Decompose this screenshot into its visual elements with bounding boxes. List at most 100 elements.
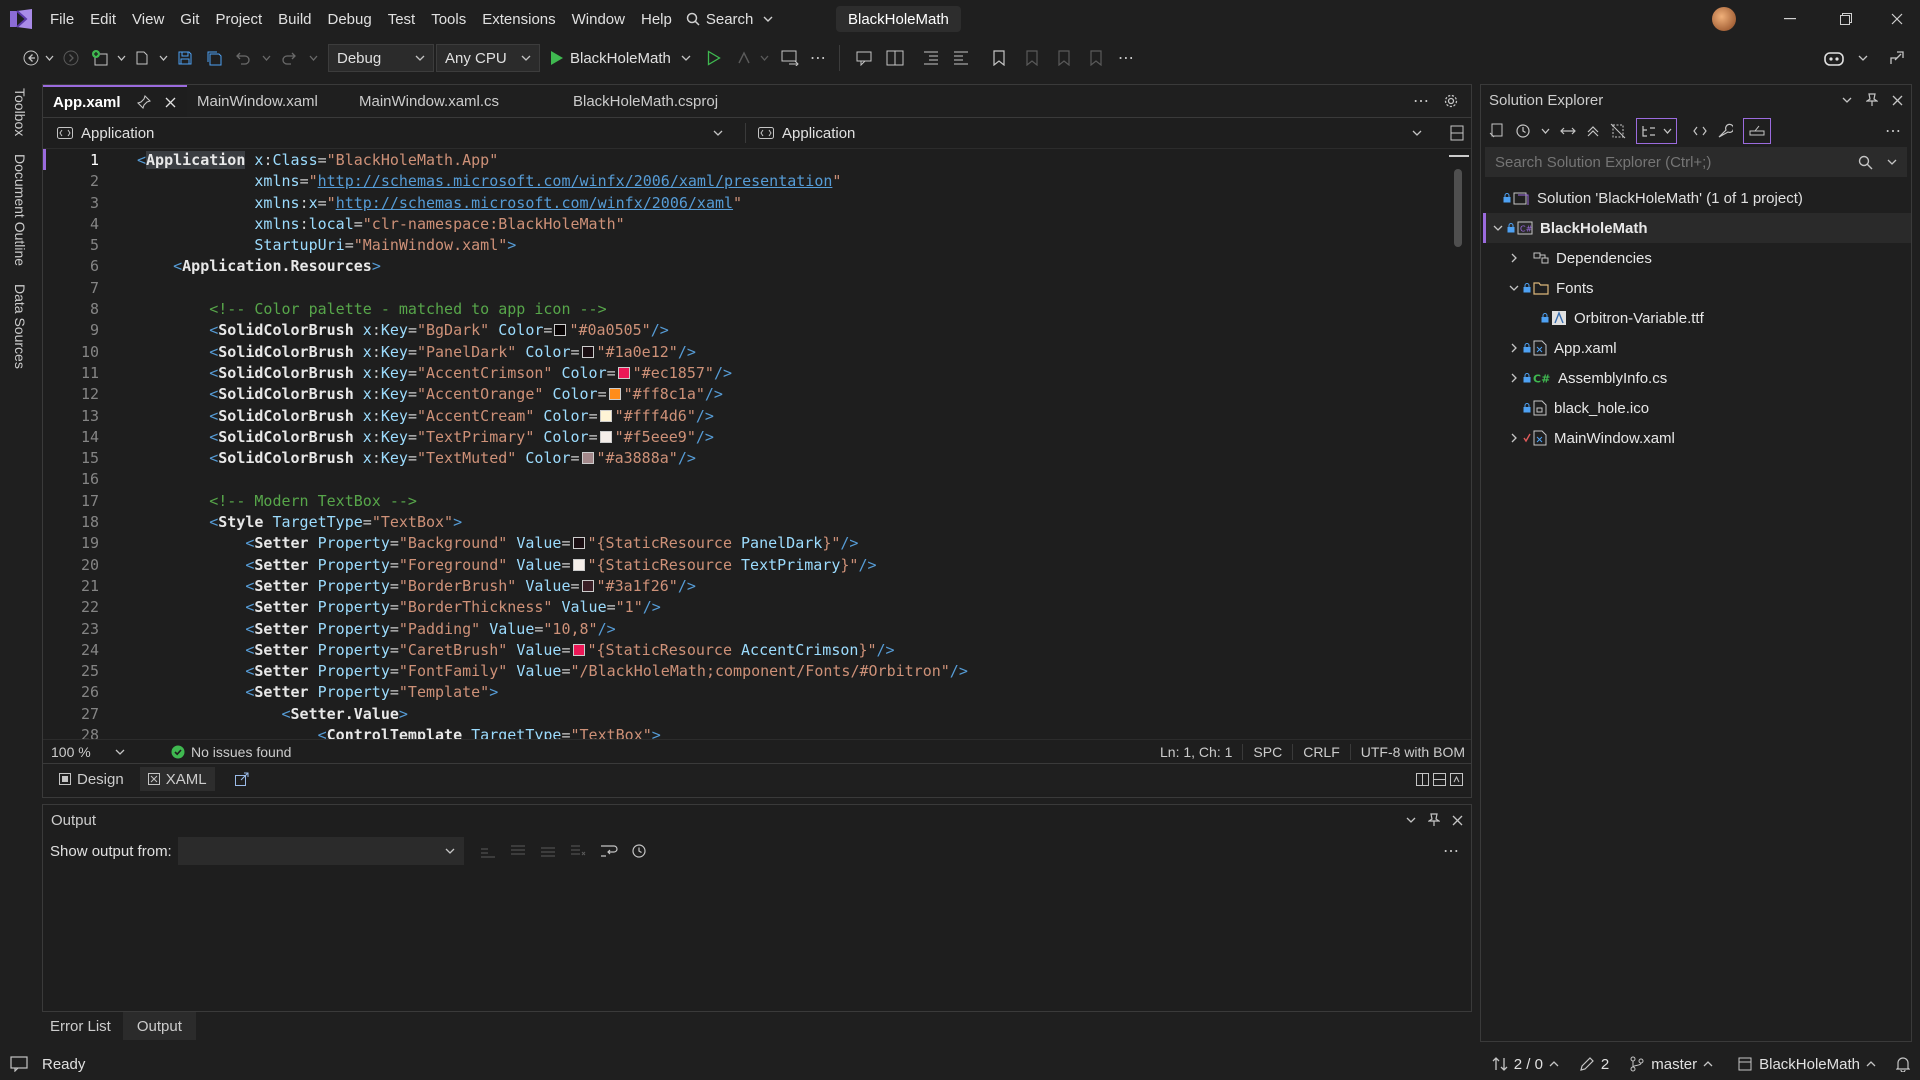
color-swatch[interactable] bbox=[599, 430, 612, 443]
next-bookmark-icon[interactable] bbox=[1048, 50, 1080, 66]
chevron-down-icon[interactable] bbox=[1887, 159, 1897, 165]
chevron-down-icon[interactable] bbox=[1489, 225, 1507, 231]
notifications-bell-icon[interactable] bbox=[1896, 1056, 1910, 1072]
pending-changes-icon[interactable] bbox=[1515, 123, 1531, 139]
chevron-down-icon[interactable] bbox=[42, 55, 56, 61]
more-options-icon[interactable]: ⋯ bbox=[1112, 48, 1140, 68]
split-editor-icon[interactable] bbox=[1447, 122, 1467, 144]
pin-icon[interactable] bbox=[1866, 93, 1878, 107]
visual-studio-logo-icon[interactable] bbox=[0, 0, 42, 38]
color-swatch[interactable] bbox=[617, 366, 630, 379]
search-menu[interactable]: Search bbox=[680, 0, 782, 38]
error-list-tab[interactable]: Error List bbox=[42, 1012, 119, 1040]
switch-views-button[interactable] bbox=[1636, 118, 1677, 144]
solution-search-box[interactable] bbox=[1485, 147, 1907, 177]
tab-blackholemath-csproj[interactable]: BlackHoleMath.csproj bbox=[563, 85, 763, 117]
pin-icon[interactable] bbox=[136, 95, 151, 109]
close-icon[interactable] bbox=[1452, 815, 1463, 826]
clear-all-icon[interactable] bbox=[570, 844, 586, 858]
notification-panel-icon[interactable] bbox=[10, 1056, 28, 1072]
chevron-down-icon[interactable] bbox=[304, 55, 322, 61]
navigate-forward-icon[interactable] bbox=[56, 50, 86, 66]
chevron-right-icon[interactable] bbox=[1505, 433, 1523, 443]
chevron-down-icon[interactable] bbox=[1505, 285, 1523, 291]
zoom-dropdown[interactable]: 100 % bbox=[51, 744, 131, 760]
chevron-up-icon[interactable] bbox=[1549, 1061, 1559, 1067]
data-sources-tab[interactable]: Data Sources bbox=[12, 278, 28, 375]
color-swatch[interactable] bbox=[572, 537, 585, 550]
navigate-back-icon[interactable] bbox=[20, 50, 42, 66]
menu-edit[interactable]: Edit bbox=[82, 0, 124, 38]
solution-node[interactable]: Solution 'BlackHoleMath' (1 of 1 project… bbox=[1481, 183, 1911, 213]
menu-debug[interactable]: Debug bbox=[320, 0, 380, 38]
solution-search-input[interactable] bbox=[1493, 152, 1858, 172]
tab-mainwindow-xaml[interactable]: MainWindow.xaml bbox=[187, 85, 349, 117]
clock-icon[interactable] bbox=[632, 844, 646, 858]
tree-item-orbitron-variable-ttf[interactable]: Orbitron-Variable.ttf bbox=[1481, 303, 1911, 333]
chevron-right-icon[interactable] bbox=[1505, 373, 1523, 383]
output-source-dropdown[interactable] bbox=[177, 837, 464, 865]
chevron-down-icon[interactable] bbox=[1842, 97, 1852, 103]
vertical-split-icon[interactable] bbox=[1416, 772, 1429, 786]
tab-app-xaml[interactable]: App.xaml bbox=[43, 85, 187, 117]
account-avatar[interactable] bbox=[1712, 7, 1736, 31]
color-swatch[interactable] bbox=[581, 345, 594, 358]
cursor-position[interactable]: Ln: 1, Ch: 1 bbox=[1160, 744, 1232, 760]
save-icon[interactable] bbox=[170, 50, 200, 66]
line-endings[interactable]: CRLF bbox=[1303, 744, 1340, 760]
issues-indicator[interactable]: No issues found bbox=[171, 744, 291, 760]
design-view-tab[interactable]: Design bbox=[59, 771, 124, 788]
hot-reload-icon[interactable] bbox=[731, 50, 757, 66]
start-without-debugging-icon[interactable] bbox=[697, 50, 731, 66]
menu-help[interactable]: Help bbox=[633, 0, 680, 38]
commit-counts[interactable]: 2 / 0 bbox=[1514, 1056, 1543, 1073]
chevron-down-icon[interactable] bbox=[1541, 128, 1550, 134]
scrollbar-thumb[interactable] bbox=[1454, 169, 1462, 247]
tree-item-mainwindow-xaml[interactable]: MainWindow.xaml bbox=[1481, 423, 1911, 453]
menu-test[interactable]: Test bbox=[380, 0, 424, 38]
chevron-right-icon[interactable] bbox=[1505, 343, 1523, 353]
menu-build[interactable]: Build bbox=[270, 0, 319, 38]
color-swatch[interactable] bbox=[572, 643, 585, 656]
color-swatch[interactable] bbox=[554, 324, 567, 337]
comment-icon[interactable] bbox=[850, 50, 880, 66]
member-dropdown[interactable]: Application bbox=[758, 118, 1430, 148]
more-options-icon[interactable]: ⋯ bbox=[807, 48, 829, 68]
menu-project[interactable]: Project bbox=[207, 0, 270, 38]
gear-icon[interactable] bbox=[1439, 89, 1463, 113]
xaml-view-tab[interactable]: XAML bbox=[139, 767, 215, 791]
collapse-all-icon[interactable] bbox=[1586, 124, 1600, 138]
type-dropdown[interactable]: Application bbox=[43, 118, 733, 148]
menu-file[interactable]: File bbox=[42, 0, 82, 38]
properties-wrench-icon[interactable] bbox=[1717, 123, 1733, 139]
undo-icon[interactable] bbox=[228, 51, 258, 65]
menu-tools[interactable]: Tools bbox=[423, 0, 474, 38]
indent-icon[interactable] bbox=[916, 51, 946, 65]
chevron-down-icon[interactable] bbox=[258, 55, 274, 61]
pin-icon[interactable] bbox=[1428, 813, 1440, 827]
tree-item-dependencies[interactable]: Dependencies bbox=[1481, 243, 1911, 273]
menu-extensions[interactable]: Extensions bbox=[474, 0, 563, 38]
previous-message-icon[interactable] bbox=[510, 844, 526, 858]
outdent-icon[interactable] bbox=[946, 51, 976, 65]
color-swatch[interactable] bbox=[581, 579, 594, 592]
find-message-icon[interactable] bbox=[480, 844, 496, 858]
tabs-spaces[interactable]: SPC bbox=[1253, 744, 1282, 760]
chevron-down-icon[interactable] bbox=[757, 55, 773, 61]
copilot-icon[interactable] bbox=[1820, 49, 1848, 67]
preview-selected-items-icon[interactable] bbox=[1743, 118, 1771, 144]
output-tab[interactable]: Output bbox=[122, 1012, 196, 1040]
previous-bookmark-icon[interactable] bbox=[1016, 50, 1048, 66]
file-encoding[interactable]: UTF-8 with BOM bbox=[1361, 744, 1465, 760]
chevron-down-icon[interactable] bbox=[156, 55, 170, 61]
code-area[interactable]: 1 <Application x:Class="BlackHoleMath.App… bbox=[43, 149, 1443, 739]
word-wrap-icon[interactable] bbox=[600, 844, 618, 858]
menu-git[interactable]: Git bbox=[172, 0, 207, 38]
next-message-icon[interactable] bbox=[540, 844, 556, 858]
tree-item-fonts[interactable]: Fonts bbox=[1481, 273, 1911, 303]
chevron-up-icon[interactable] bbox=[1703, 1061, 1713, 1067]
close-icon[interactable] bbox=[1892, 95, 1903, 106]
popout-icon[interactable] bbox=[234, 772, 249, 786]
chevron-up-icon[interactable] bbox=[1866, 1061, 1876, 1067]
minimize-button[interactable] bbox=[1762, 0, 1818, 38]
